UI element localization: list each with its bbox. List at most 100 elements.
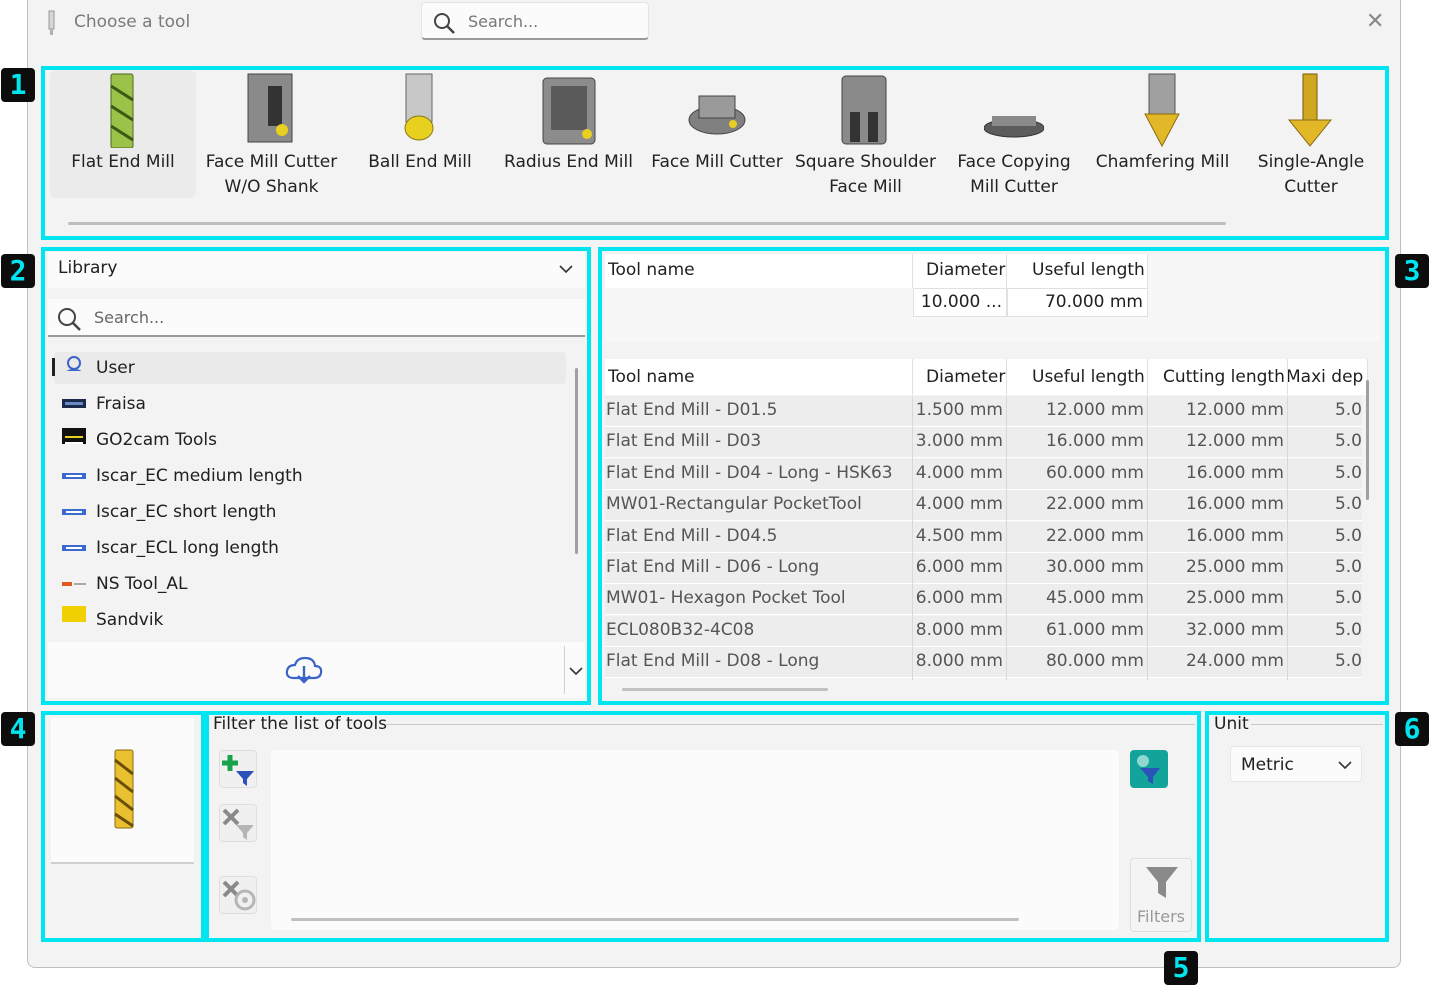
cell-tool-name: Flat End Mill - D06 - Long (606, 557, 820, 577)
cell-diameter: 4.000 mm (915, 494, 1003, 515)
cell-useful-length: 16.000 mm (1045, 431, 1144, 452)
iscar-logo-icon (62, 545, 86, 551)
search-icon (58, 308, 81, 331)
go2cam-logo-icon (62, 428, 86, 444)
cell-diameter: 6.000 mm (915, 557, 1003, 577)
cell-useful-length: 60.000 mm (1045, 462, 1144, 483)
filter-list-scrollbar[interactable] (291, 918, 1019, 921)
chevron-down-icon (1338, 761, 1352, 770)
column-header-cutting-length[interactable]: Cutting length (1148, 359, 1288, 395)
filter-useful-length-field[interactable]: 70.000 mm (1007, 288, 1148, 317)
group-line (385, 724, 1195, 725)
cell-maxi-depth: 5.0 (1334, 400, 1362, 420)
cell-useful-length: 22.000 mm (1045, 525, 1144, 546)
cell-tool-name: MW01-Rectangular PocketTool (606, 494, 862, 515)
filter-list-area[interactable] (271, 750, 1119, 930)
library-item-label: User (96, 358, 135, 378)
column-header-tool-name[interactable]: Tool name (605, 359, 913, 395)
tool-preview (51, 718, 194, 864)
column-header-diameter[interactable]: ^ Diameter (913, 359, 1007, 395)
flat-end-mill-preview-icon (114, 749, 134, 829)
cell-diameter: 6.000 mm (915, 588, 1003, 609)
iscar-logo-icon (62, 509, 86, 515)
fraisa-logo-icon (62, 399, 86, 408)
library-item-label: Iscar_ECL long length (96, 538, 279, 558)
library-item[interactable]: Iscar_EC medium length (54, 460, 566, 492)
cell-cutting-length: 25.000 mm (1185, 588, 1284, 609)
tool-type-item[interactable]: Chamfering Mill (1090, 70, 1236, 198)
cell-cutting-length: 24.000 mm (1185, 651, 1284, 672)
tool-type-item[interactable]: Flat End Mill (50, 70, 196, 198)
filters-button[interactable]: Filters (1130, 858, 1192, 932)
chevron-down-icon[interactable] (568, 664, 584, 678)
cell-diameter: 8.000 mm (915, 651, 1003, 672)
search-placeholder: Search... (468, 12, 539, 31)
filter-diameter-field[interactable]: 10.000 ... (913, 288, 1007, 317)
table-vertical-scrollbar[interactable] (1366, 380, 1369, 500)
cell-maxi-depth: 5.0 (1334, 431, 1362, 452)
tool-type-label: Flat End Mill (71, 152, 175, 172)
cell-maxi-depth: 5.0 (1334, 494, 1362, 515)
badge-6: 6 (1395, 712, 1429, 746)
table-horizontal-scrollbar[interactable] (622, 688, 828, 691)
remove-filter-icon (222, 808, 254, 840)
tool-type-item[interactable]: Single-Angle Cutter (1238, 70, 1384, 198)
column-header-maxi-depth[interactable]: Maxi dep (1288, 359, 1368, 395)
tool-strip-scrollbar[interactable] (68, 222, 1226, 225)
tool-type-item[interactable]: Square Shoulder Face Mill (793, 70, 939, 198)
cell-cutting-length: 16.000 mm (1185, 462, 1284, 483)
clear-filters-icon (222, 880, 256, 911)
filter-tool-name-field[interactable] (605, 288, 913, 317)
tool-type-item[interactable]: Face Copying Mill Cutter (941, 70, 1087, 198)
cell-useful-length: 22.000 mm (1045, 494, 1144, 515)
filter-header-tool-name[interactable]: Tool name (605, 254, 913, 288)
library-item[interactable]: Fraisa (54, 388, 566, 420)
tool-type-item[interactable]: Radius End Mill (496, 70, 642, 198)
cell-tool-name: Flat End Mill - D08 - Long (606, 651, 820, 672)
unit-dropdown[interactable]: Metric (1230, 746, 1362, 782)
cloud-download-icon[interactable] (284, 654, 324, 686)
library-actions-bar (48, 642, 585, 698)
library-item-label: GO2cam Tools (96, 430, 217, 450)
library-item[interactable]: User (54, 352, 566, 384)
cell-cutting-length: 16.000 mm (1185, 494, 1284, 515)
tool-type-item[interactable]: Ball End Mill (347, 70, 493, 198)
add-filter-button[interactable] (219, 750, 257, 788)
library-item[interactable]: Iscar_ECL long length (54, 532, 566, 564)
column-header-useful-length[interactable]: Useful length (1007, 359, 1148, 395)
cell-maxi-depth: 5.0 (1334, 588, 1362, 609)
tool-type-item[interactable]: Face Mill Cutter W/O Shank (199, 70, 345, 198)
clear-filters-button[interactable] (219, 876, 257, 914)
cell-tool-name: ECL080B32-4C08 (606, 619, 755, 640)
library-item-label: Fraisa (96, 394, 146, 414)
close-icon[interactable]: ✕ (1366, 11, 1386, 33)
selection-indicator (52, 358, 55, 376)
tool-type-label: Single-Angle Cutter (1257, 152, 1365, 197)
library-item[interactable]: GO2cam Tools (54, 424, 566, 456)
library-item[interactable]: Iscar_EC short length (54, 496, 566, 528)
tool-type-item[interactable]: Face Mill Cutter (644, 70, 790, 198)
filter-color-button[interactable] (1130, 750, 1168, 788)
cell-tool-name: Flat End Mill - D01.5 (606, 400, 778, 420)
unit-dropdown-value: Metric (1241, 755, 1294, 775)
cell-diameter: 3.000 mm (915, 431, 1003, 452)
filter-header-diameter[interactable]: Diameter (913, 254, 1007, 288)
remove-filter-button[interactable] (219, 804, 257, 842)
single-angle-cutter-icon (1287, 73, 1333, 147)
column-separator (1287, 396, 1288, 680)
tool-type-label: Square Shoulder Face Mill (795, 152, 936, 197)
library-search-input[interactable]: Search... (48, 299, 585, 337)
library-item[interactable]: Sandvik (54, 604, 566, 630)
sandvik-logo-icon (62, 606, 86, 622)
library-list-scrollbar[interactable] (575, 368, 578, 554)
group-line (1251, 724, 1383, 725)
tool-search-input[interactable]: Search... (421, 2, 649, 40)
library-item[interactable]: NS Tool_AL (54, 568, 566, 600)
cell-maxi-depth: 5.0 (1334, 525, 1362, 546)
tool-type-label: Face Mill Cutter W/O Shank (205, 152, 338, 197)
filter-header-useful-length[interactable]: Useful length (1007, 254, 1148, 288)
library-item-label: Sandvik (96, 610, 164, 630)
library-dropdown[interactable]: Library (48, 252, 585, 288)
cell-diameter: 4.000 mm (915, 462, 1003, 483)
cell-useful-length: 45.000 mm (1045, 588, 1144, 609)
